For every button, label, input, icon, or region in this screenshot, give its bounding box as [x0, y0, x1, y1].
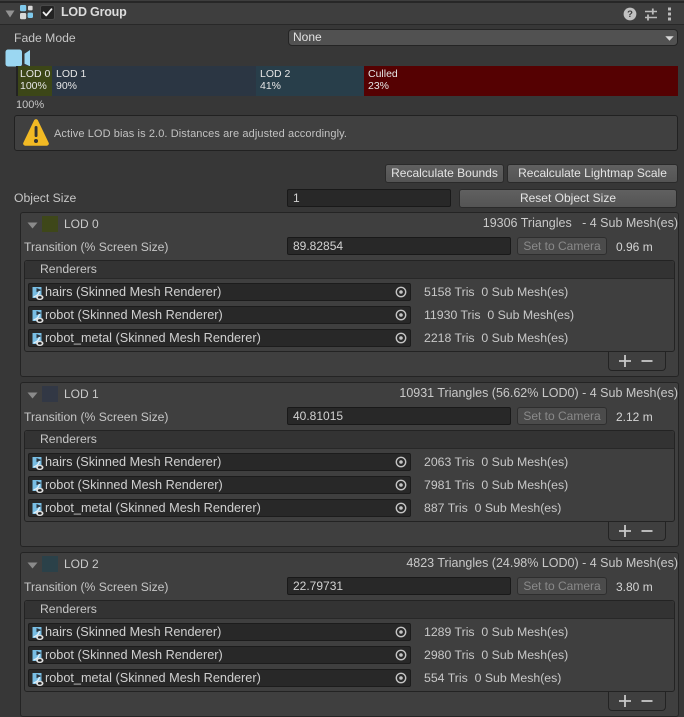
svg-text:?: ?: [627, 9, 633, 20]
